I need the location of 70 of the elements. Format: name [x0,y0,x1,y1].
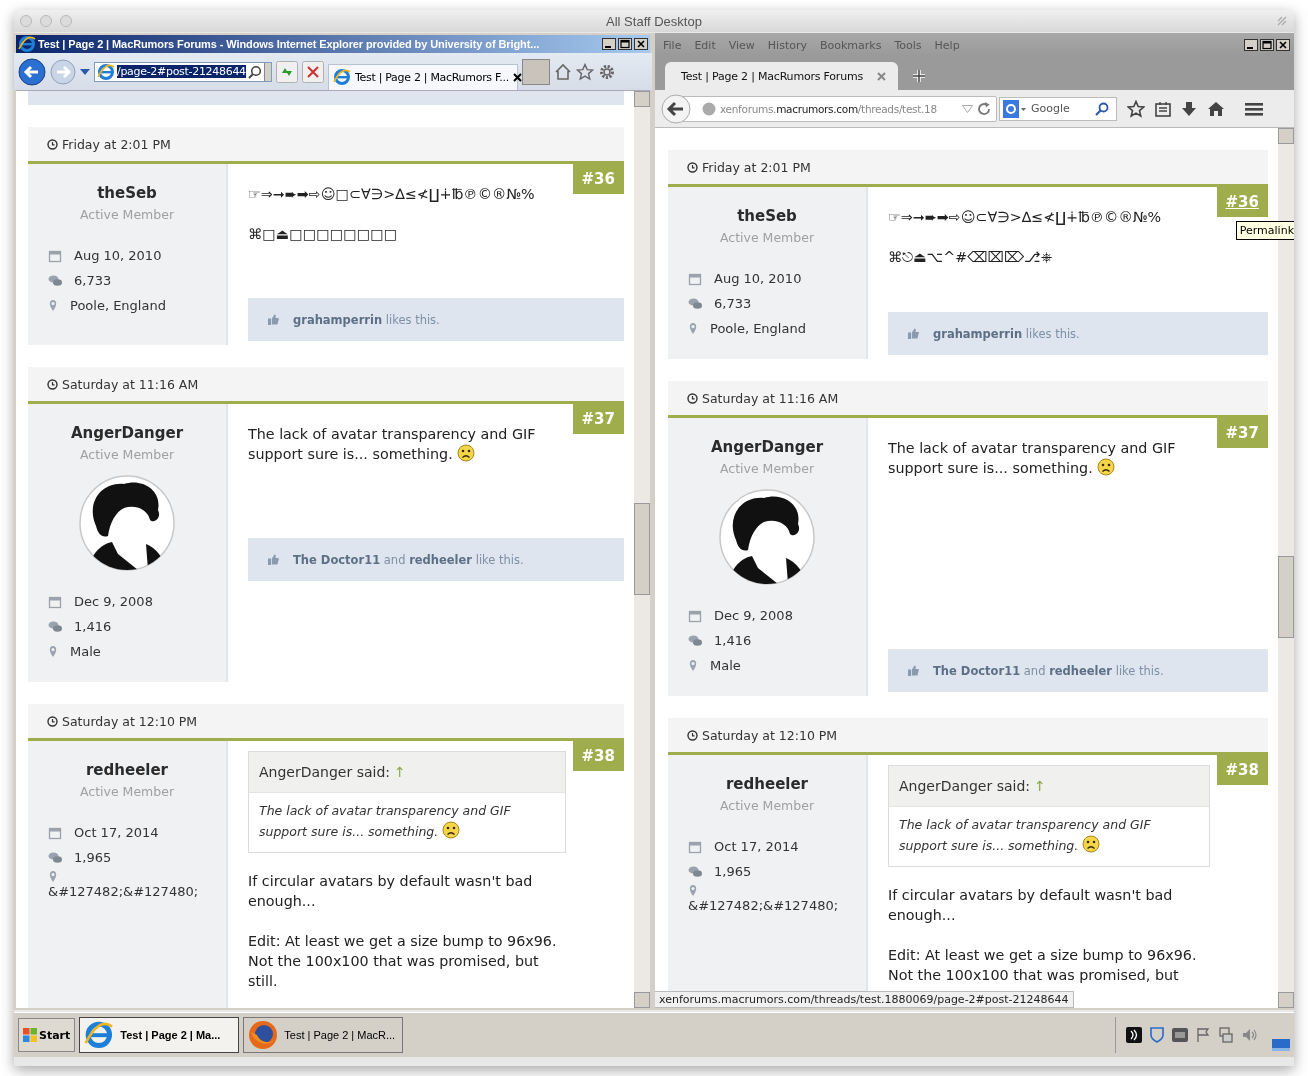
username-link[interactable]: redheeler [725,773,808,795]
post-date: Friday at 2:01 PM [702,159,811,175]
browser-tab[interactable]: Test | Page 2 | MacRumors Forums [665,62,898,90]
post-text: The lack of avatar transparency and GIF support sure is... something. [248,426,536,462]
address-text: xenforums.macrumors.com/threads/test.18 [720,102,938,115]
join-date: Oct 17, 2014 [74,825,159,840]
user-location: Poole, England [710,321,806,336]
user-title: Active Member [719,229,815,247]
post-text: Edit: At least we get a size bump to 96x96. Not the 100x100 that was promised, but still. [248,933,557,989]
post-text: The lack of avatar transparency and GIF support sure is... something. [888,440,1176,476]
user-title: Active Member [79,783,175,801]
post-text: ☞⇒➞➨➡⇨☺⊂∀∋>∆≤≮∐∔℔℗©®№% [888,209,1162,225]
window-title: Test | Page 2 | MacRumors Forums - Windows Internet Explorer provided by University of Bright... [38,38,541,50]
username-link[interactable]: theSeb [737,205,797,227]
join-date: Aug 10, 2010 [714,271,802,286]
join-date: Dec 9, 2008 [74,594,153,609]
user-location: Male [70,644,101,659]
search-input[interactable]: Google [1031,102,1091,115]
post-text: Edit: At least we get a size bump to 96x96. Not the 100x100 that was promised, but [888,947,1197,983]
post-text: ☞⇒➞➨➡⇨☺□⊂∀∋>∆≤≮∐∔℔℗©®№% [248,186,535,202]
post-date: Saturday at 11:16 AM [702,390,839,406]
taskbar-button[interactable]: Test | Page 2 | Ma... [79,1017,240,1053]
join-date: Dec 9, 2008 [714,608,793,623]
post-text: If circular avatars by default wasn't bad enough... [248,873,533,909]
user-location: Poole, England [70,298,166,313]
address-field[interactable]: /page-2#post-21248644 [94,61,272,82]
post-date: Saturday at 12:10 PM [62,713,198,729]
post-date: Saturday at 11:16 AM [62,376,199,392]
address-field[interactable]: xenforums.macrumors.com/threads/test.18 [681,95,997,122]
message-count: 1,416 [74,619,112,634]
likes-text: grahamperrin likes this. [933,326,1080,341]
likes-text: The Doctor11 and redheeler like this. [293,552,524,567]
user-title: Active Member [79,446,175,464]
username-link[interactable]: AngerDanger [710,436,824,458]
status-bar: xenforums.macrumors.com/threads/test.1880069/page-2#post-21248644 [655,991,1074,1008]
tab-title: Test | Page 2 | MacRumors Forums [681,69,863,83]
post-date: Friday at 2:01 PM [62,136,171,152]
post-text: ⌘⎋⏏⌥^#⌫⌧⌦⎇⎈ [888,249,1052,265]
search-field[interactable]: Google [999,96,1117,121]
message-count: 1,416 [714,633,752,648]
message-count: 6,733 [714,296,752,311]
message-count: 1,965 [74,850,112,865]
quote-author: AngerDanger said: [899,778,1030,794]
address-text: /page-2#post-21248644 [117,65,246,78]
user-location: Male [710,658,741,673]
post-text: If circular avatars by default wasn't bad enough... [888,887,1173,923]
user-title: Active Member [79,206,175,224]
user-title: Active Member [719,460,815,478]
quote-text: The lack of avatar transparency and GIF support sure is... something. [259,803,511,839]
post-date: Saturday at 12:10 PM [702,727,838,743]
user-title: Active Member [719,797,815,815]
username-link[interactable]: theSeb [97,182,157,204]
username-link[interactable]: redheeler [85,759,168,781]
tooltip: Permalink [1235,221,1294,240]
start-button[interactable]: Start [18,1018,76,1052]
quote-text: The lack of avatar transparency and GIF support sure is... something. [899,817,1151,853]
tab-title: Test | Page 2 | MacRumors F... [355,70,509,84]
join-date: Aug 10, 2010 [74,248,162,263]
message-count: 1,965 [714,864,752,879]
window-title: All Staff Desktop [606,13,702,29]
likes-text: The Doctor11 and redheeler like this. [933,663,1164,678]
quote-author: AngerDanger said: [259,764,390,780]
join-date: Oct 17, 2014 [714,839,799,854]
user-location: &#127482;&#127480; [48,884,199,899]
post-text: ⌘□⏏□□□□□□□□ [248,226,398,242]
likes-text: grahamperrin likes this. [293,312,440,327]
username-link[interactable]: AngerDanger [70,422,184,444]
message-count: 6,733 [74,273,112,288]
taskbar-button[interactable]: Test | Page 2 | MacR... [243,1017,404,1053]
user-location: &#127482;&#127480; [688,898,839,913]
